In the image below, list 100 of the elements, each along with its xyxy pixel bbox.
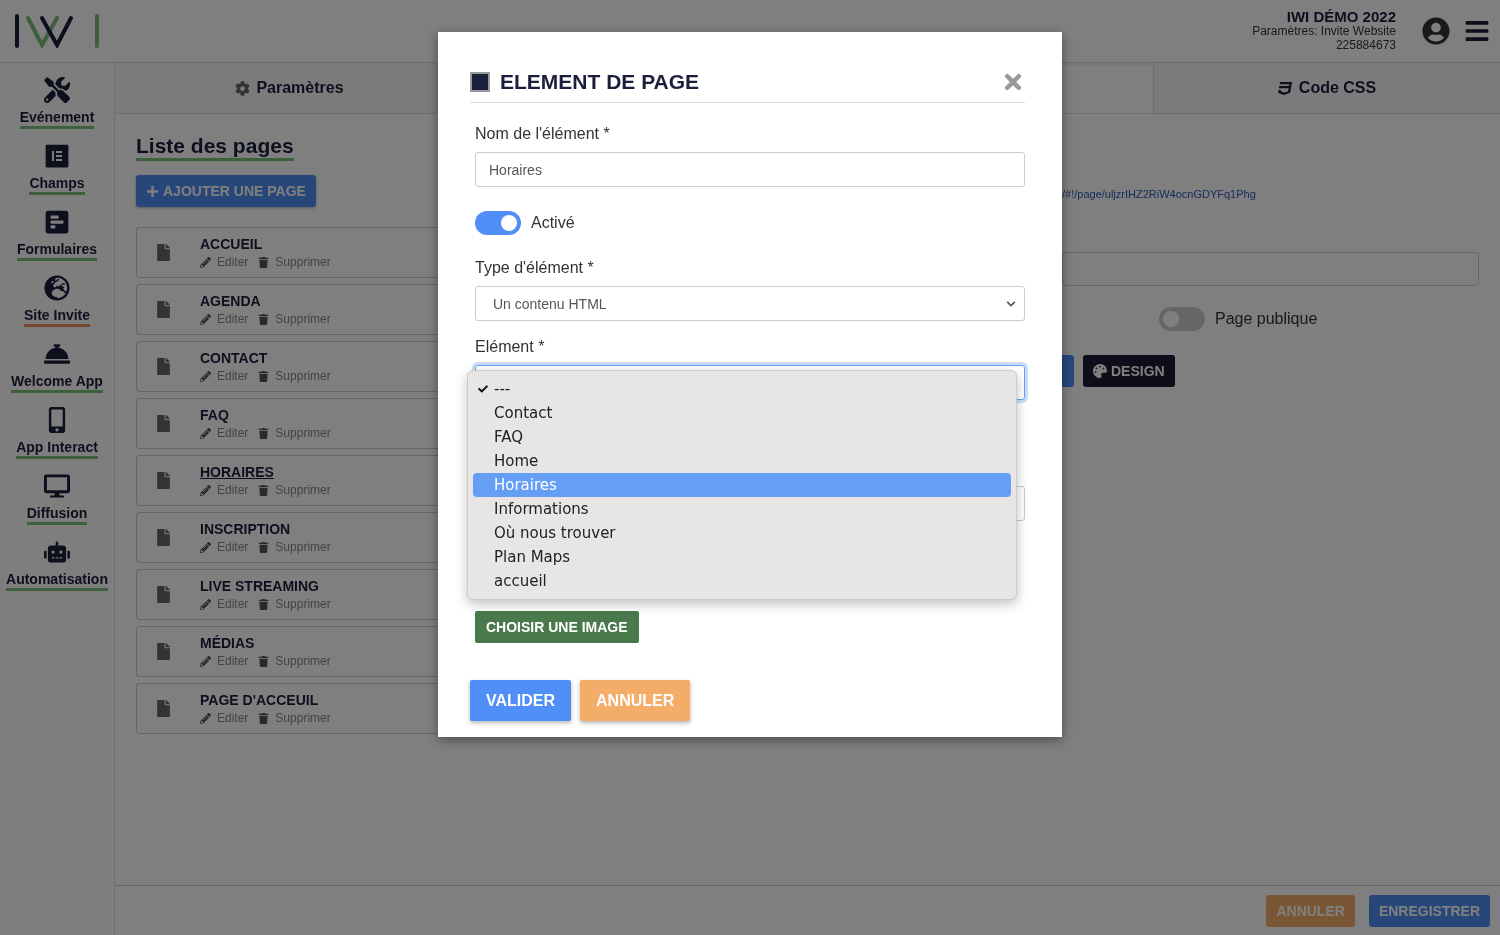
file-icon <box>155 244 172 261</box>
sidebar-item[interactable]: Evénement <box>19 109 95 129</box>
bell-icon[interactable] <box>44 341 70 367</box>
globe-icon[interactable] <box>44 275 70 301</box>
edit-link[interactable]: Editer <box>200 597 249 611</box>
tools-icon[interactable] <box>44 77 70 103</box>
page-name[interactable]: CONTACT <box>200 350 331 366</box>
pencil-icon <box>200 484 211 496</box>
file-icon <box>155 643 172 660</box>
dropdown-option[interactable]: --- <box>473 377 1011 401</box>
sidebar-item[interactable]: Automatisation <box>6 571 108 591</box>
file-icon <box>155 700 172 717</box>
design-button[interactable]: DESIGN <box>1083 355 1175 387</box>
delete-link[interactable]: Supprimer <box>258 255 331 269</box>
page-name[interactable]: HORAIRES <box>200 464 331 480</box>
field-label: Elément * <box>475 338 546 356</box>
pencil-icon <box>200 427 211 439</box>
page-name[interactable]: INSCRIPTION <box>200 521 331 537</box>
dropdown-option[interactable]: Plan Maps <box>473 545 1011 569</box>
file-icon <box>155 472 172 489</box>
page-name[interactable]: FAQ <box>200 407 331 423</box>
trash-icon <box>258 541 270 553</box>
edit-link[interactable]: Editer <box>200 540 249 554</box>
pencil-icon <box>200 655 211 667</box>
trash-icon <box>258 370 270 382</box>
monitor-icon[interactable] <box>44 473 70 499</box>
trash-icon <box>258 655 270 667</box>
css-icon <box>1277 80 1293 96</box>
plus-icon <box>146 184 159 198</box>
delete-link[interactable]: Supprimer <box>258 654 331 668</box>
page-name[interactable]: MÉDIAS <box>200 635 331 651</box>
edit-link[interactable]: Editer <box>200 711 249 725</box>
edit-link[interactable]: Editer <box>200 654 249 668</box>
edit-link[interactable]: Editer <box>200 312 249 326</box>
sidebar-item[interactable]: Welcome App <box>11 373 103 393</box>
pencil-icon <box>200 541 211 553</box>
name-input[interactable]: Horaires <box>475 152 1025 187</box>
file-icon <box>155 529 172 546</box>
delete-link[interactable]: Supprimer <box>258 369 331 383</box>
settings-icon <box>235 80 251 96</box>
toggle-switch[interactable] <box>1159 307 1205 331</box>
pencil-icon <box>200 712 211 724</box>
delete-link[interactable]: Supprimer <box>258 711 331 725</box>
page-name[interactable]: ACCUEIL <box>200 236 331 252</box>
dropdown-option[interactable]: Où nous trouver <box>473 521 1011 545</box>
trash-icon <box>258 427 270 439</box>
dropdown-option[interactable]: Horaires <box>473 473 1011 497</box>
sidebar-item[interactable]: Formulaires <box>16 241 98 261</box>
file-icon <box>155 358 172 375</box>
trash-icon <box>258 256 270 268</box>
trash-icon <box>258 712 270 724</box>
delete-link[interactable]: Supprimer <box>258 540 331 554</box>
page-name[interactable]: LIVE STREAMING <box>200 578 331 594</box>
field-label: Type d'élément * <box>475 259 595 277</box>
dropdown-option[interactable]: accueil <box>473 569 1011 593</box>
delete-link[interactable]: Supprimer <box>258 426 331 440</box>
choose-image-button[interactable]: CHOISIR UNE IMAGE <box>475 611 639 643</box>
palette-icon <box>1093 364 1107 378</box>
pencil-icon <box>200 598 211 610</box>
delete-link[interactable]: Supprimer <box>258 312 331 326</box>
dropdown-option[interactable]: Informations <box>473 497 1011 521</box>
edit-link[interactable]: Editer <box>200 255 249 269</box>
trash-icon <box>258 598 270 610</box>
delete-link[interactable]: Supprimer <box>258 483 331 497</box>
dropdown-option[interactable]: Home <box>473 449 1011 473</box>
page-name[interactable]: AGENDA <box>200 293 331 309</box>
dropdown-option[interactable]: FAQ <box>473 425 1011 449</box>
dropdown-option[interactable]: Contact <box>473 401 1011 425</box>
robot-icon[interactable] <box>44 539 70 565</box>
file-icon <box>155 586 172 603</box>
edit-link[interactable]: Editer <box>200 369 249 383</box>
field-label: Nom de l'élément * <box>475 125 611 143</box>
type-select[interactable]: Un contenu HTML <box>475 286 1025 321</box>
menu-icon[interactable] <box>1464 18 1490 44</box>
edit-link[interactable]: Editer <box>200 483 249 497</box>
pencil-icon <box>200 256 211 268</box>
sidebar-item[interactable]: Champs <box>29 175 85 195</box>
tab[interactable]: Code CSS <box>1153 63 1500 113</box>
file-icon <box>155 301 172 318</box>
page-link[interactable]: /#!/page/uljzrIHZ2RiW4ocnGDYFq1Phg <box>1062 188 1479 200</box>
trash-icon <box>258 484 270 496</box>
account-id: 225884673 <box>1335 38 1396 52</box>
file-icon <box>155 415 172 432</box>
input-field[interactable] <box>1062 252 1479 286</box>
sidebar-item[interactable]: App Interact <box>16 439 98 459</box>
pencil-icon <box>200 370 211 382</box>
validate-button[interactable]: VALIDER <box>470 680 572 721</box>
account-subtitle: Paramètres: Invite Website <box>1252 24 1396 38</box>
sidebar-item[interactable]: Site Invite <box>23 307 91 327</box>
pencil-icon <box>200 313 211 325</box>
section-heading: Liste des pages <box>136 134 294 161</box>
sidebar-item[interactable]: Diffusion <box>26 505 88 525</box>
toggle-label: Activé <box>531 214 575 232</box>
avatar-icon[interactable] <box>1422 17 1450 45</box>
delete-link[interactable]: Supprimer <box>258 597 331 611</box>
account-title: IWI DÉMO 2022 <box>1286 10 1396 24</box>
chevron-icon <box>1006 298 1016 309</box>
toggle-switch[interactable] <box>475 211 521 235</box>
edit-link[interactable]: Editer <box>200 426 249 440</box>
page-name[interactable]: PAGE D'ACCEUIL <box>200 692 331 708</box>
